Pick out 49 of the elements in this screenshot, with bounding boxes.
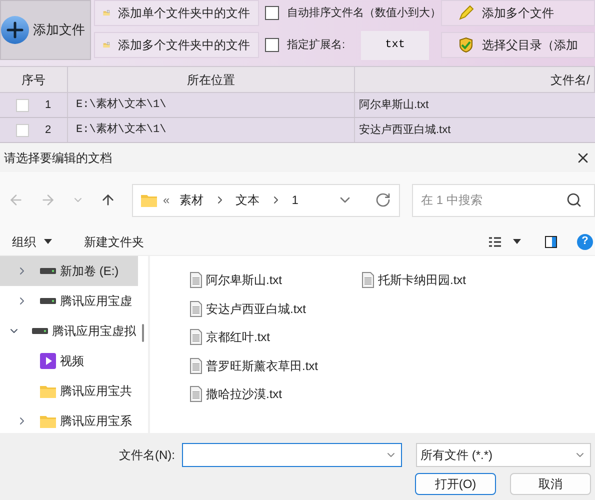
toolbar-button[interactable]: 添加多个文件夹中的文件: [94, 32, 259, 58]
cancel-button[interactable]: 取消: [510, 473, 591, 495]
sidebar-label: 腾讯应用宝系: [60, 413, 132, 430]
open-button[interactable]: 打开(O): [415, 473, 496, 495]
file-item[interactable]: 撒哈拉沙漠.txt: [190, 384, 362, 404]
search-field[interactable]: 在 1 中搜索: [412, 184, 595, 216]
table-cell: E:\素材\文本\1\: [68, 118, 355, 142]
toolbar-button[interactable]: 添加单个文件夹中的文件: [94, 0, 259, 26]
new-folder-button[interactable]: 新建文件夹: [84, 232, 144, 250]
file-item[interactable]: 京都红叶.txt: [190, 327, 362, 348]
table-cell: E:\素材\文本\1\: [68, 93, 355, 117]
filename-label: 文件名(N):: [119, 447, 176, 464]
sidebar-label: 腾讯应用宝共: [60, 383, 132, 400]
option-label: 指定扩展名:: [287, 38, 346, 53]
organize-menu[interactable]: 组织: [12, 232, 52, 250]
row-number: 2: [45, 122, 52, 138]
add-file-button[interactable]: 添加文件: [0, 0, 91, 60]
column-header[interactable]: 序号: [0, 67, 68, 92]
address-bar[interactable]: « 素材 文本 1: [132, 184, 400, 216]
sidebar-item[interactable]: 腾讯应用宝系: [0, 406, 138, 436]
breadcrumb-item[interactable]: 素材: [176, 191, 208, 209]
row-number: 1: [45, 98, 52, 113]
sidebar-item[interactable]: 新加卷 (E:): [0, 256, 138, 286]
sidebar-label: 新加卷 (E:): [60, 263, 119, 280]
file-item[interactable]: 普罗旺斯薰衣草田.txt: [190, 356, 362, 376]
file-item[interactable]: 阿尔卑斯山.txt: [190, 270, 362, 290]
toolbar-button[interactable]: 添加多个文件: [441, 0, 595, 26]
sidebar-item[interactable]: 视频: [0, 346, 138, 376]
column-header[interactable]: 文件名/: [355, 67, 595, 92]
sidebar-label: 视频: [60, 353, 84, 370]
column-header[interactable]: 所在位置: [68, 67, 355, 92]
option-label: 自动排序文件名（数值小到大）: [287, 6, 441, 21]
sidebar-item[interactable]: 腾讯应用宝共: [0, 376, 138, 406]
sidebar-label: 腾讯应用宝虚: [60, 293, 132, 310]
dialog-title: 请选择要编辑的文档: [4, 150, 112, 166]
sidebar-item[interactable]: 腾讯应用宝虚拟: [0, 316, 138, 346]
table-cell-text: 阿尔卑斯山.txt: [358, 98, 430, 113]
sidebar-label: 腾讯应用宝虚拟: [52, 323, 136, 340]
sidebar-item[interactable]: 腾讯应用宝虚: [0, 286, 138, 316]
breadcrumb-item[interactable]: 1: [288, 191, 302, 209]
overflow-button[interactable]: «: [163, 191, 170, 209]
help-icon[interactable]: ?: [577, 234, 593, 250]
breadcrumb-item[interactable]: 文本: [232, 191, 264, 209]
file-item[interactable]: 安达卢西亚白城.txt: [190, 298, 362, 319]
extension-field[interactable]: txt: [361, 30, 430, 60]
file-item[interactable]: 托斯卡纳田园.txt: [362, 270, 534, 290]
toolbar-button[interactable]: 选择父目录（添加: [441, 32, 595, 58]
file-type-dropdown[interactable]: 所有文件 (*.*): [416, 443, 591, 467]
table-cell-text: 安达卢西亚白城.txt: [358, 122, 452, 138]
